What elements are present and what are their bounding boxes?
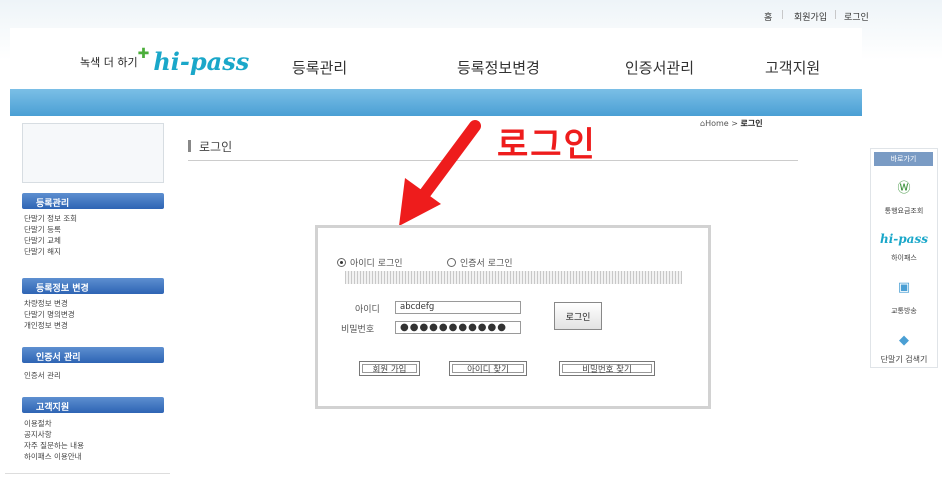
annotation-label: 로그인: [497, 125, 597, 165]
sidebar-item[interactable]: 자주 질문하는 내용: [24, 440, 84, 451]
separator: |: [781, 10, 785, 20]
nav-registration[interactable]: 등록관리: [292, 57, 347, 78]
header-bar: [10, 89, 862, 116]
nav-support[interactable]: 고객지원: [765, 57, 820, 78]
sidebar-item[interactable]: 이용절차: [24, 418, 52, 429]
sidebar-item[interactable]: 인증서 관리: [24, 370, 61, 381]
divider: [188, 160, 798, 161]
leaf-icon: ✚: [137, 45, 150, 62]
sidebar-item[interactable]: 단말기 해지: [24, 246, 61, 257]
radio-selected-icon: [337, 258, 346, 267]
nav-certificate[interactable]: 인증서관리: [625, 57, 694, 78]
page-title: 로그인: [188, 138, 232, 155]
breadcrumb: ⌂Home > 로그인: [700, 119, 763, 128]
breadcrumb-current: 로그인: [740, 119, 763, 128]
sidebar-item[interactable]: 개인정보 변경: [24, 320, 68, 331]
login-panel: [315, 225, 711, 409]
sidebar-section-support[interactable]: 고객지원: [22, 397, 164, 413]
quick-traffic-broadcast[interactable]: 교통방송: [871, 306, 937, 316]
id-label: 아이디: [355, 305, 380, 315]
id-input[interactable]: abcdefg: [395, 301, 521, 314]
sidebar-item[interactable]: 단말기 교체: [24, 235, 61, 246]
find-id-button[interactable]: 아이디 찾기: [449, 361, 527, 376]
signup-button[interactable]: 회원 가입: [359, 361, 420, 376]
quick-menu-title: 바로가기: [874, 152, 933, 166]
sidebar-section-registration[interactable]: 등록관리: [22, 193, 164, 209]
radio-cert-login[interactable]: 인증서 로그인: [447, 256, 513, 269]
sidebar-item[interactable]: 단말기 명의변경: [24, 309, 75, 320]
home-link[interactable]: 홈: [764, 10, 772, 23]
device-icon[interactable]: ◆: [870, 333, 938, 348]
tv-icon[interactable]: ▣: [870, 280, 938, 295]
sidebar-item[interactable]: 단말기 정보 조회: [24, 213, 77, 224]
nav-registration-change[interactable]: 등록정보변경: [457, 57, 540, 78]
radio-id-login[interactable]: 아이디 로그인: [337, 256, 403, 269]
title-bar-icon: [188, 140, 191, 152]
login-button[interactable]: 로그인: [554, 302, 602, 330]
signup-link[interactable]: 회원가입: [794, 10, 827, 23]
radio-empty-icon: [447, 258, 456, 267]
hipass-icon[interactable]: hi-pass: [870, 232, 938, 246]
logo-brand: hi-pass: [153, 47, 250, 76]
separator: |: [834, 10, 838, 20]
find-password-button[interactable]: 비밀번호 찾기: [559, 361, 655, 376]
sidebar-item[interactable]: 단말기 등록: [24, 224, 61, 235]
sidebar-section-certificate[interactable]: 인증서 관리: [22, 347, 164, 363]
divider-pattern: [345, 271, 682, 284]
quick-hipass[interactable]: 하이패스: [871, 253, 937, 263]
sidebar-banner: [22, 123, 164, 183]
login-link[interactable]: 로그인: [844, 10, 869, 23]
site-logo[interactable]: 녹색 더 하기 ✚ hi-pass: [80, 45, 250, 77]
quick-device-search[interactable]: 단말기 검색기: [871, 354, 937, 365]
sidebar-section-info-change[interactable]: 등록정보 변경: [22, 278, 164, 294]
toll-icon[interactable]: Ⓦ: [870, 177, 938, 196]
password-label: 비밀번호: [341, 325, 375, 335]
logo-slogan: 녹색 더 하기: [80, 55, 138, 69]
breadcrumb-home[interactable]: Home: [705, 119, 729, 128]
annotation-arrow-icon: [399, 120, 481, 226]
quick-toll-query[interactable]: 통행요금조회: [871, 206, 937, 216]
sidebar-item[interactable]: 차량정보 변경: [24, 298, 68, 309]
password-input[interactable]: ●●●●●●●●●●●: [395, 321, 521, 334]
divider: [5, 473, 170, 474]
sidebar-item[interactable]: 공지사항: [24, 429, 52, 440]
sidebar-item[interactable]: 하이패스 이용안내: [24, 451, 82, 462]
